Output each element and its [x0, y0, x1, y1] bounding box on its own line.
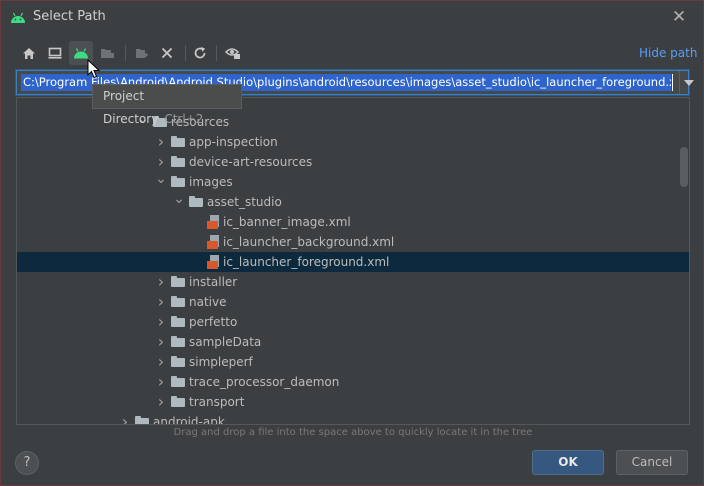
- folder-icon: [171, 296, 185, 307]
- chevron-down-icon[interactable]: ⌄: [173, 192, 185, 212]
- tree-item-label: simpleperf: [189, 355, 253, 369]
- folder-icon: [171, 156, 185, 167]
- file-tree[interactable]: ⌄resources›app-inspection›device-art-res…: [16, 97, 690, 425]
- tree-folder-row[interactable]: › perfetto: [17, 312, 689, 332]
- tree-folder-row[interactable]: › native: [17, 292, 689, 312]
- chevron-right-icon[interactable]: ›: [155, 292, 167, 312]
- tooltip-shortcut: Ctrl+2: [164, 112, 204, 126]
- tree-item-label: device-art-resources: [189, 155, 313, 169]
- delete-button[interactable]: [155, 41, 179, 65]
- tree-item-label: asset_studio: [207, 195, 282, 209]
- tree-folder-row[interactable]: › trace_processor_daemon: [17, 372, 689, 392]
- tree-folder-row[interactable]: › installer: [17, 272, 689, 292]
- chevron-down-icon[interactable]: ⌄: [155, 172, 167, 192]
- chevron-right-icon[interactable]: ›: [155, 372, 167, 392]
- delete-icon: [161, 47, 173, 59]
- tree-scrollbar[interactable]: [680, 147, 688, 187]
- toolbar-separator: [216, 45, 217, 61]
- home-directory-button[interactable]: [17, 41, 41, 65]
- dialog-title: Select Path: [33, 9, 106, 24]
- tree-item-label: ic_launcher_background.xml: [223, 235, 395, 249]
- folder-icon: [171, 356, 185, 367]
- tree-item-label: android-apk: [153, 415, 225, 425]
- tree-folder-row[interactable]: › simpleperf: [17, 352, 689, 372]
- chevron-right-icon[interactable]: ›: [155, 272, 167, 292]
- refresh-icon: [194, 47, 206, 59]
- tooltip-label: Project Directory: [103, 89, 159, 126]
- folder-icon: [135, 416, 149, 424]
- android-icon: [74, 48, 88, 59]
- xml-file-icon: [207, 235, 220, 249]
- android-studio-icon: [11, 12, 25, 23]
- folder-icon: [189, 196, 203, 207]
- xml-file-icon: [207, 215, 220, 229]
- folder-icon: [171, 316, 185, 327]
- chevron-right-icon[interactable]: ›: [155, 152, 167, 172]
- folder-icon: [171, 336, 185, 347]
- tree-item-label: images: [189, 175, 233, 189]
- folder-icon: [171, 276, 185, 287]
- chevron-right-icon[interactable]: ›: [155, 392, 167, 412]
- new-folder-button[interactable]: [130, 41, 154, 65]
- show-hidden-button[interactable]: [221, 41, 245, 65]
- chevron-right-icon[interactable]: ›: [119, 412, 131, 424]
- chevron-right-icon[interactable]: ›: [155, 332, 167, 352]
- folder-icon: [171, 396, 185, 407]
- tree-item-label: sampleData: [189, 335, 262, 349]
- tree-folder-row[interactable]: ⌄ images: [17, 172, 689, 192]
- tree-file-row[interactable]: ic_launcher_background.xml: [17, 232, 689, 252]
- new-folder-icon: [135, 49, 148, 58]
- tree-folder-row[interactable]: › device-art-resources: [17, 152, 689, 172]
- toolbar-separator: [125, 45, 126, 61]
- tree-folder-row[interactable]: ⌄ asset_studio: [17, 192, 689, 212]
- tree-item-label: perfetto: [189, 315, 238, 329]
- tree-file-row[interactable]: ic_banner_image.xml: [17, 212, 689, 232]
- folder-icon: [171, 136, 185, 147]
- home-icon: [23, 47, 35, 59]
- select-path-dialog: Select Path ✕ Hide path C:\Program Files…: [0, 0, 704, 486]
- tree-item-label: ic_banner_image.xml: [223, 215, 351, 229]
- tree-folder-row[interactable]: › app-inspection: [17, 132, 689, 152]
- tree-folder-row[interactable]: › sampleData: [17, 332, 689, 352]
- tree-item-label: app-inspection: [189, 135, 278, 149]
- tree-item-label: transport: [189, 395, 245, 409]
- tree-folder-row[interactable]: › android-apk: [17, 412, 689, 425]
- path-history-dropdown[interactable]: [679, 71, 694, 94]
- chevron-right-icon[interactable]: ›: [155, 312, 167, 332]
- title-bar: Select Path ✕: [1, 1, 703, 33]
- folder-icon: [171, 376, 185, 387]
- tree-item-label: installer: [189, 275, 238, 289]
- help-button[interactable]: ?: [15, 451, 39, 475]
- chevron-right-icon[interactable]: ›: [155, 352, 167, 372]
- xml-file-icon: [207, 255, 220, 269]
- cancel-button[interactable]: Cancel: [616, 450, 688, 475]
- tree-item-label: native: [189, 295, 227, 309]
- show-hidden-icon: [225, 48, 240, 59]
- tree-folder-row[interactable]: › transport: [17, 392, 689, 412]
- tree-item-label: trace_processor_daemon: [189, 375, 340, 389]
- toolbar-separator: [185, 45, 186, 61]
- close-icon[interactable]: ✕: [669, 7, 689, 27]
- mouse-cursor-icon: [87, 59, 101, 79]
- chevron-right-icon[interactable]: ›: [155, 132, 167, 152]
- folder-icon: [171, 176, 185, 187]
- hide-path-link[interactable]: Hide path: [639, 46, 697, 60]
- ok-button[interactable]: OK: [532, 450, 604, 475]
- refresh-button[interactable]: [188, 41, 212, 65]
- tooltip: Project Directory Ctrl+2: [92, 84, 242, 126]
- tree-item-label: ic_launcher_foreground.xml: [223, 255, 390, 269]
- tree-file-row[interactable]: ic_launcher_foreground.xml: [17, 252, 689, 272]
- desktop-directory-button[interactable]: [43, 41, 67, 65]
- module-folder-icon: [100, 49, 114, 58]
- desktop-icon: [48, 47, 62, 59]
- drag-drop-hint: Drag and drop a file into the space abov…: [173, 427, 533, 438]
- text-caret: [672, 74, 673, 91]
